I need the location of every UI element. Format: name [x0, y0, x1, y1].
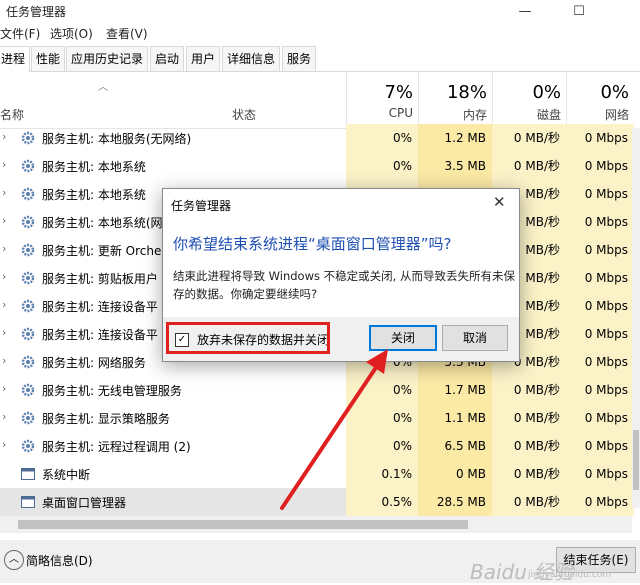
annotation-arrow-icon: [280, 349, 388, 510]
